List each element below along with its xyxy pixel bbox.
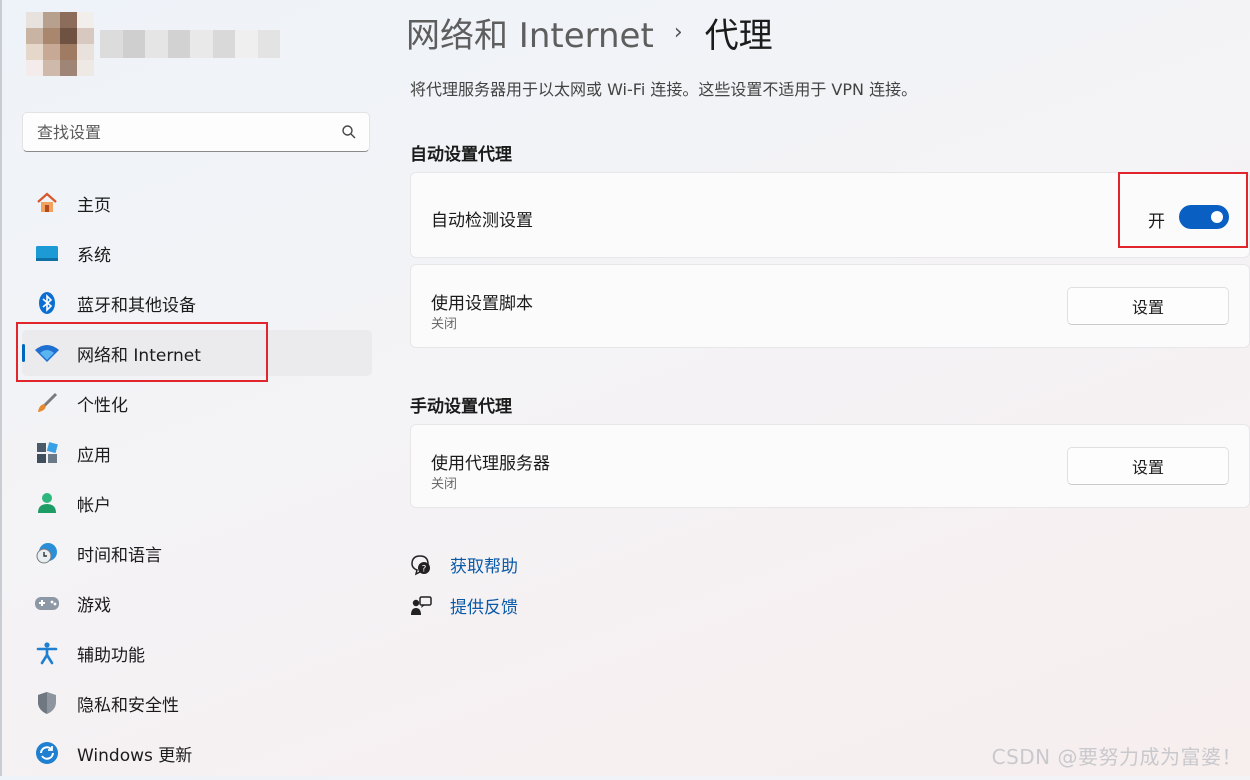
- breadcrumb-current: 代理: [704, 16, 773, 56]
- user-name-blurred: [100, 30, 280, 58]
- sidebar-item-label: 个性化: [77, 395, 128, 416]
- sidebar-item-privacy[interactable]: 隐私和安全性: [22, 680, 372, 726]
- time-language-icon: [34, 540, 60, 566]
- breadcrumb-parent[interactable]: 网络和 Internet: [406, 8, 654, 57]
- search-icon[interactable]: [341, 124, 357, 140]
- system-icon: [34, 240, 60, 266]
- sidebar-item-label: 时间和语言: [77, 545, 162, 566]
- sidebar-item-time-language[interactable]: 时间和语言: [22, 530, 372, 576]
- sidebar-item-label: 主页: [77, 195, 111, 216]
- sidebar-item-label: 蓝牙和其他设备: [77, 295, 196, 316]
- proxy-server-button[interactable]: 设置: [1067, 447, 1229, 485]
- sidebar-item-windows-update[interactable]: Windows 更新: [22, 730, 372, 776]
- highlight-box-network: [16, 322, 268, 382]
- home-icon: [34, 190, 60, 216]
- search-input[interactable]: [35, 121, 341, 143]
- proxy-server-label: 使用代理服务器: [431, 454, 550, 474]
- section-manual-proxy: 手动设置代理: [410, 397, 512, 417]
- section-auto-proxy: 自动设置代理: [410, 145, 512, 165]
- watermark: CSDN @要努力成为富婆！: [991, 745, 1242, 769]
- proxy-server-card: 使用代理服务器 关闭 设置: [410, 424, 1250, 508]
- help-icon: ?: [411, 554, 430, 575]
- accessibility-icon: [34, 640, 60, 666]
- sidebar-item-system[interactable]: 系统: [22, 230, 372, 276]
- sidebar-item-label: 辅助功能: [77, 645, 145, 666]
- sidebar-item-home[interactable]: 主页: [22, 180, 372, 226]
- apps-icon: [34, 440, 60, 466]
- sidebar-item-accounts[interactable]: 帐户: [22, 480, 372, 526]
- sidebar-item-label: 隐私和安全性: [77, 695, 179, 716]
- setup-script-card: 使用设置脚本 关闭 设置: [410, 264, 1250, 348]
- page-description: 将代理服务器用于以太网或 Wi-Fi 连接。这些设置不适用于 VPN 连接。: [410, 80, 918, 99]
- sidebar-item-label: 系统: [77, 245, 111, 266]
- auto-detect-label: 自动检测设置: [431, 211, 533, 231]
- setup-script-status: 关闭: [431, 317, 458, 332]
- get-help-text[interactable]: 获取帮助: [450, 552, 518, 577]
- sidebar-item-gaming[interactable]: 游戏: [22, 580, 372, 626]
- highlight-box-toggle: [1118, 172, 1248, 248]
- svg-text:?: ?: [422, 564, 427, 574]
- give-feedback-text[interactable]: 提供反馈: [450, 593, 518, 618]
- sidebar-item-label: 帐户: [77, 495, 111, 516]
- sidebar-item-label: 游戏: [77, 595, 111, 616]
- sidebar-item-bluetooth[interactable]: 蓝牙和其他设备: [22, 280, 372, 326]
- brush-icon: [34, 390, 60, 416]
- setup-script-button[interactable]: 设置: [1067, 287, 1229, 325]
- sidebar-nav: 主页 系统 蓝牙和其他设备 网络和 Internet 个性化 应用 帐户 时间和…: [22, 180, 372, 780]
- feedback-icon: [411, 595, 432, 615]
- shield-icon: [34, 690, 60, 716]
- search-box[interactable]: [22, 112, 370, 152]
- update-icon: [34, 740, 60, 766]
- account-icon: [34, 490, 60, 516]
- get-help-link[interactable]: ? 获取帮助: [410, 552, 518, 577]
- avatar[interactable]: [26, 12, 94, 76]
- bluetooth-icon: [34, 290, 60, 316]
- chevron-right-icon: ›: [673, 20, 683, 45]
- proxy-server-status: 关闭: [431, 477, 458, 492]
- window-left-edge: [0, 0, 2, 776]
- give-feedback-link[interactable]: 提供反馈: [410, 593, 518, 618]
- sidebar-item-apps[interactable]: 应用: [22, 430, 372, 476]
- gamepad-icon: [34, 590, 60, 616]
- setup-script-label: 使用设置脚本: [431, 294, 533, 314]
- sidebar-item-label: 应用: [77, 445, 111, 466]
- sidebar-item-personalization[interactable]: 个性化: [22, 380, 372, 426]
- sidebar-item-accessibility[interactable]: 辅助功能: [22, 630, 372, 676]
- page-title: 网络和 Internet › 代理: [406, 8, 773, 57]
- sidebar-item-label: Windows 更新: [77, 745, 193, 766]
